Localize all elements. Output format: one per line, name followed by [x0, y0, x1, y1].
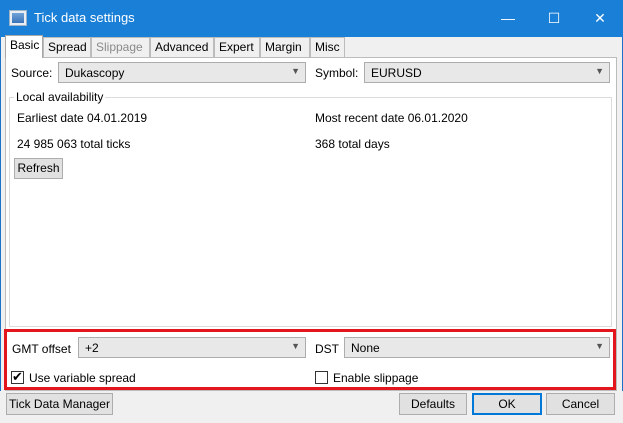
source-label: Source: — [11, 66, 53, 80]
defaults-button[interactable]: Defaults — [399, 393, 467, 415]
local-availability-group — [9, 97, 612, 327]
earliest-date: Earliest date 04.01.2019 — [17, 111, 148, 125]
chevron-down-icon: ▼ — [595, 66, 604, 76]
window-title: Tick data settings — [34, 10, 135, 25]
source-select[interactable]: Dukascopy ▼ — [58, 62, 306, 83]
most-recent-date: Most recent date 06.01.2020 — [315, 111, 468, 125]
symbol-select[interactable]: EURUSD ▼ — [364, 62, 610, 83]
local-availability-title: Local availability — [14, 90, 106, 104]
tab-misc[interactable]: Misc — [310, 37, 345, 57]
tick-data-manager-button[interactable]: Tick Data Manager — [6, 393, 113, 415]
minimize-button[interactable]: — — [485, 0, 531, 37]
app-icon — [9, 10, 27, 26]
tab-slippage[interactable]: Slippage — [91, 37, 150, 57]
ok-button[interactable]: OK — [472, 393, 542, 415]
close-button[interactable]: ✕ — [577, 0, 623, 37]
chevron-down-icon: ▼ — [291, 66, 300, 76]
tab-expert[interactable]: Expert — [214, 37, 260, 57]
tab-spread[interactable]: Spread — [43, 37, 91, 57]
cancel-button[interactable]: Cancel — [546, 393, 615, 415]
total-days: 368 total days — [315, 137, 390, 151]
refresh-button[interactable]: Refresh — [14, 158, 63, 179]
tab-margin[interactable]: Margin — [260, 37, 310, 57]
symbol-label: Symbol: — [315, 66, 359, 80]
tab-basic[interactable]: Basic — [5, 35, 43, 58]
title-bar[interactable]: Tick data settings — ☐ ✕ — [0, 0, 623, 37]
highlight-box — [4, 329, 616, 390]
maximize-button[interactable]: ☐ — [531, 0, 577, 37]
total-ticks: 24 985 063 total ticks — [17, 137, 131, 151]
tab-advanced[interactable]: Advanced — [150, 37, 214, 57]
source-value: Dukascopy — [65, 66, 125, 80]
symbol-value: EURUSD — [371, 66, 422, 80]
